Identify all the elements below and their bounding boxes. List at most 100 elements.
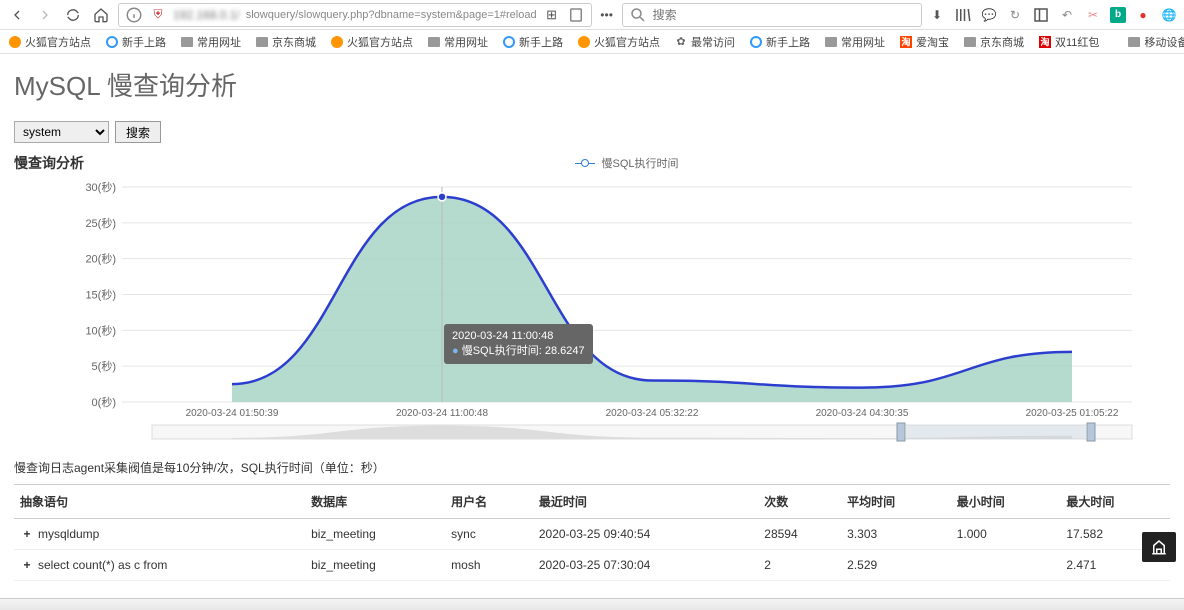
- svg-text:25(秒): 25(秒): [85, 216, 116, 230]
- note: 慢查询日志agent采集阀值是每10分钟/次，SQL执行时间（单位：秒）: [14, 459, 1170, 476]
- svg-text:20(秒): 20(秒): [85, 252, 116, 266]
- bookmark-item[interactable]: 火狐官方站点: [330, 34, 413, 50]
- bookmark-label: 新手上路: [122, 34, 166, 50]
- chart-header: 慢查询分析 慢SQL执行时间: [14, 153, 1170, 173]
- bookmark-item[interactable]: 新手上路: [105, 34, 166, 50]
- bookmark-label: 京东商城: [272, 34, 316, 50]
- reader-icon[interactable]: [567, 6, 585, 24]
- taskbar: [0, 598, 1184, 610]
- bookmark-icon: ✿: [674, 35, 688, 49]
- library-icon[interactable]: [954, 6, 972, 24]
- svg-text:0(秒): 0(秒): [92, 395, 116, 409]
- page-title: MySQL 慢查询分析: [14, 66, 1170, 103]
- expand-icon[interactable]: +: [20, 558, 34, 572]
- svg-text:2020-03-24 01:50:39: 2020-03-24 01:50:39: [186, 408, 279, 419]
- bookmark-item[interactable]: 京东商城: [963, 34, 1024, 50]
- table-header[interactable]: 最大时间: [1060, 485, 1170, 519]
- search-button[interactable]: 搜索: [115, 121, 161, 143]
- bookmark-icon: [963, 35, 977, 49]
- overflow-icon[interactable]: •••: [598, 6, 616, 24]
- legend-marker-icon: [575, 158, 595, 168]
- chart-title: 慢查询分析: [14, 153, 84, 173]
- svg-text:30(秒): 30(秒): [85, 180, 116, 194]
- bookmark-label: 火狐官方站点: [347, 34, 413, 50]
- tooltip-value: 慢SQL执行时间: 28.6247: [452, 342, 585, 358]
- bookmark-icon: [502, 35, 516, 49]
- browser-search[interactable]: [622, 3, 922, 27]
- bookmark-icon: 淘: [1038, 35, 1052, 49]
- table-header[interactable]: 数据库: [305, 485, 445, 519]
- globe-icon[interactable]: 🌐: [1160, 6, 1178, 24]
- url-bar[interactable]: ⛨ 192.168.0.1/ slowquery/slowquery.php?d…: [118, 3, 592, 27]
- bookmark-item[interactable]: 常用网址: [180, 34, 241, 50]
- float-action-button[interactable]: [1142, 532, 1176, 562]
- bookmark-icon: [255, 35, 269, 49]
- bookmark-icon: [824, 35, 838, 49]
- chart-area[interactable]: 0(秒)5(秒)10(秒)15(秒)20(秒)25(秒)30(秒)2020-03…: [14, 177, 1170, 447]
- table-header[interactable]: 抽象语句: [14, 485, 305, 519]
- record-icon[interactable]: ●: [1134, 6, 1152, 24]
- chart-svg: 0(秒)5(秒)10(秒)15(秒)20(秒)25(秒)30(秒)2020-03…: [14, 177, 1170, 447]
- browser-toolbar: ⛨ 192.168.0.1/ slowquery/slowquery.php?d…: [0, 0, 1184, 30]
- bookmark-label: 最常访问: [691, 34, 735, 50]
- table-cell: biz_meeting: [305, 550, 445, 581]
- bookmark-item[interactable]: 常用网址: [824, 34, 885, 50]
- reload-button[interactable]: [62, 4, 84, 26]
- sidebar-icon[interactable]: [1032, 6, 1050, 24]
- table-header[interactable]: 最近时间: [533, 485, 758, 519]
- table-cell: +select count(*) as c from: [14, 550, 305, 581]
- svg-text:5(秒): 5(秒): [92, 359, 116, 373]
- table-header[interactable]: 次数: [758, 485, 841, 519]
- bookmark-icon: [577, 35, 591, 49]
- table-cell: mosh: [445, 550, 533, 581]
- bookmark-item[interactable]: 淘双11红包: [1038, 34, 1099, 50]
- svg-text:2020-03-24 04:30:35: 2020-03-24 04:30:35: [816, 408, 909, 419]
- bookmark-icon: [105, 35, 119, 49]
- table-cell: [951, 550, 1061, 581]
- qr-icon[interactable]: ⊞: [543, 6, 561, 24]
- table-body: +mysqldumpbiz_meetingsync2020-03-25 09:4…: [14, 519, 1170, 581]
- bing-icon[interactable]: b: [1110, 7, 1126, 23]
- table-header-row: 抽象语句数据库用户名最近时间次数平均时间最小时间最大时间: [14, 485, 1170, 519]
- bookmark-bar: 火狐官方站点新手上路常用网址京东商城火狐官方站点常用网址新手上路火狐官方站点✿最…: [0, 30, 1184, 54]
- bookmark-item[interactable]: 火狐官方站点: [8, 34, 91, 50]
- table-cell: sync: [445, 519, 533, 550]
- bookmark-item[interactable]: 京东商城: [255, 34, 316, 50]
- table-header[interactable]: 用户名: [445, 485, 533, 519]
- url-host-blurred: 192.168.0.1/: [173, 8, 240, 22]
- forward-button[interactable]: [34, 4, 56, 26]
- tooltip-time: 2020-03-24 11:00:48: [452, 330, 585, 342]
- undo-icon[interactable]: ↶: [1058, 6, 1076, 24]
- expand-icon[interactable]: +: [20, 527, 34, 541]
- bookmark-label: 新手上路: [766, 34, 810, 50]
- info-icon: [125, 6, 143, 24]
- table-row[interactable]: +mysqldumpbiz_meetingsync2020-03-25 09:4…: [14, 519, 1170, 550]
- bookmark-item[interactable]: 淘爱淘宝: [899, 34, 949, 50]
- scissors-icon[interactable]: ✂: [1084, 6, 1102, 24]
- bookmark-item[interactable]: 新手上路: [749, 34, 810, 50]
- table-header[interactable]: 平均时间: [841, 485, 951, 519]
- db-select[interactable]: system: [14, 121, 109, 143]
- table-row[interactable]: +select count(*) as c frombiz_meetingmos…: [14, 550, 1170, 581]
- back-button[interactable]: [6, 4, 28, 26]
- bookmark-item[interactable]: 火狐官方站点: [577, 34, 660, 50]
- table-cell: 3.303: [841, 519, 951, 550]
- page-content: MySQL 慢查询分析 system 搜索 慢查询分析 慢SQL执行时间 0(秒…: [0, 54, 1184, 593]
- home-button[interactable]: [90, 4, 112, 26]
- search-icon: [629, 6, 647, 24]
- bookmark-item[interactable]: 新手上路: [502, 34, 563, 50]
- block-icon: ⛨: [149, 6, 167, 24]
- sync-icon[interactable]: ↻: [1006, 6, 1024, 24]
- bookmark-item[interactable]: 常用网址: [427, 34, 488, 50]
- bookmark-mobile[interactable]: 移动设备上的书: [1127, 34, 1184, 50]
- controls: system 搜索: [14, 121, 1170, 143]
- bookmark-icon: [749, 35, 763, 49]
- legend[interactable]: 慢SQL执行时间: [575, 155, 678, 171]
- table-cell: biz_meeting: [305, 519, 445, 550]
- browser-search-input[interactable]: [653, 8, 915, 22]
- table-header[interactable]: 最小时间: [951, 485, 1061, 519]
- chat-icon[interactable]: 💬: [980, 6, 998, 24]
- svg-text:15(秒): 15(秒): [85, 288, 116, 302]
- download-icon[interactable]: ⬇: [928, 6, 946, 24]
- bookmark-item[interactable]: ✿最常访问: [674, 34, 735, 50]
